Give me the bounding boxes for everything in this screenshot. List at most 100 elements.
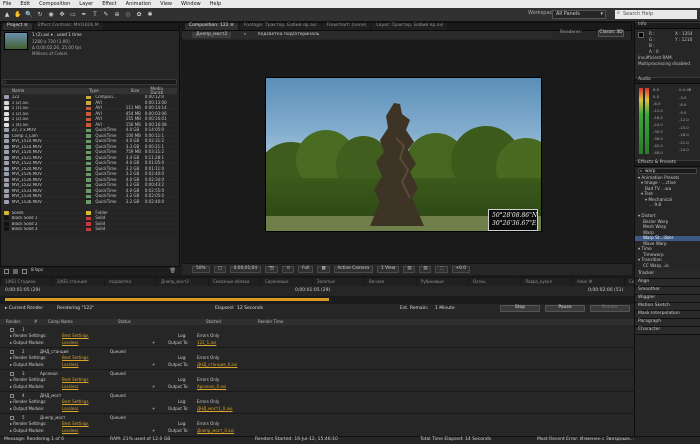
tab-7[interactable]: Вечная	[365, 278, 416, 286]
render-settings-link[interactable]: Best Settings	[62, 422, 89, 426]
viewer-control-5[interactable]: Full	[298, 266, 314, 273]
info-panel-header[interactable]: Info	[635, 22, 700, 29]
clone-tool-icon[interactable]: ⊕	[113, 11, 121, 19]
tab-1[interactable]: Footage: Трактор, Бабий яр.avi	[239, 23, 321, 30]
roto-tool-icon[interactable]: ✿	[135, 11, 143, 19]
col-0[interactable]: Render	[6, 320, 34, 324]
bpc-toggle[interactable]: 8 bpc	[31, 268, 43, 274]
zoom-tool-icon[interactable]: 🔍	[25, 11, 33, 19]
table-row[interactable]: 2 ДНД_станция Queued ▸ Render Settings: Best…	[0, 348, 634, 370]
viewer-control-2[interactable]: 0;00;01;04	[229, 266, 262, 273]
viewer-control-10[interactable]: ▤	[419, 266, 432, 273]
rect-tool-icon[interactable]: ▭	[69, 11, 77, 19]
menu-layer[interactable]: Layer	[78, 1, 94, 7]
render-settings-link[interactable]: Best Settings	[62, 334, 89, 338]
tab-8[interactable]: Рубиновые	[417, 278, 468, 286]
col-size[interactable]: Size	[131, 88, 151, 93]
log-select[interactable]: Errors Only	[197, 378, 219, 382]
render-settings-link[interactable]: Best Settings	[62, 400, 89, 404]
puppet-tool-icon[interactable]: ✱	[146, 11, 154, 19]
tab-0[interactable]: Project ≡	[3, 23, 32, 30]
render-checkbox[interactable]	[10, 372, 14, 376]
add-output-icon[interactable]: +	[152, 341, 155, 345]
tab-0[interactable]: Composition: 122 ≡	[185, 23, 238, 30]
table-row[interactable]: 1 ▸ Render Settings: Best Settings Log: Erro…	[0, 326, 634, 348]
eraser-tool-icon[interactable]: ◇	[124, 11, 132, 19]
viewer-control-0[interactable]: 50%	[192, 266, 210, 273]
log-select[interactable]: Errors Only	[197, 356, 219, 360]
effects-presets-header[interactable]: Effects & Presets	[635, 160, 700, 167]
output-module-link[interactable]: Lossless	[62, 407, 79, 411]
table-row[interactable]: 5 Днепр_мост Queued ▸ Render Settings: Best …	[0, 414, 634, 434]
search-help-input[interactable]: ⌕ Search Help	[615, 10, 697, 19]
tab-4[interactable]: Сквозные облака	[209, 278, 260, 286]
viewer-control-8[interactable]: 1 View	[377, 266, 400, 273]
render-checkbox[interactable]	[10, 394, 14, 398]
output-file-link[interactable]: Арсенал_0.avi	[197, 385, 226, 389]
brush-tool-icon[interactable]: ✎	[102, 11, 110, 19]
renderer-select[interactable]: Classic 3D	[598, 30, 624, 37]
tab-5[interactable]: Сиреневые	[261, 278, 312, 286]
add-output-icon[interactable]: +	[152, 429, 155, 433]
panel-mask-interpolation[interactable]: Mask Interpolation	[635, 311, 700, 319]
log-select[interactable]: Errors Only	[197, 334, 219, 338]
render-settings-link[interactable]: Best Settings	[62, 378, 89, 382]
camera-tool-icon[interactable]: ◉	[47, 11, 55, 19]
output-file-link[interactable]: ДНД_мост1_0.avi	[197, 407, 233, 411]
col-type[interactable]: Type	[89, 88, 131, 93]
tab-3[interactable]: Layer: Трактор, Бабий яр.avi	[372, 23, 448, 30]
panel-tracker[interactable]: Tracker	[635, 271, 700, 279]
breadcrumb-item-2[interactable]: подсветка под/атериналь	[258, 32, 320, 38]
tab-11[interactable]: Алик Ф	[573, 278, 624, 286]
tab-1[interactable]: Effect Controls: MVI1626.M	[33, 23, 103, 30]
pen-tool-icon[interactable]: ✒	[80, 11, 88, 19]
tab-2[interactable]: подсветка	[105, 278, 156, 286]
panel-align[interactable]: Align	[635, 279, 700, 287]
viewer-control-7[interactable]: Active Camera	[333, 266, 374, 273]
viewer-control-11[interactable]: ⬚	[435, 266, 448, 273]
menu-effect[interactable]: Effect	[101, 1, 117, 7]
col-1[interactable]: #	[34, 320, 48, 324]
panel-motion-sketch[interactable]: Motion Sketch	[635, 303, 700, 311]
col-name[interactable]: Name	[2, 88, 89, 93]
tab-3[interactable]: Днепр_мост2	[157, 278, 208, 286]
breadcrumb-item-1[interactable]: Днепр_мост2	[192, 31, 232, 39]
viewer-control-4[interactable]: ⊙	[282, 266, 295, 273]
select-tool-icon[interactable]: ▲	[3, 11, 11, 19]
menu-help[interactable]: Help	[209, 1, 222, 7]
tab-9[interactable]: Осень	[469, 278, 520, 286]
workspace-select[interactable]: All Panels ▾	[552, 10, 606, 19]
viewer-control-6[interactable]: ▦	[317, 266, 330, 273]
viewer-control-12[interactable]: +0.0	[451, 266, 470, 273]
panel-paragraph[interactable]: Paragraph	[635, 319, 700, 327]
project-search-input[interactable]: ⌕	[2, 79, 177, 85]
menu-window[interactable]: Window	[180, 1, 202, 7]
col-5[interactable]: Render Time	[258, 320, 318, 324]
interpret-footage-icon[interactable]	[4, 268, 9, 274]
effects-item[interactable]: CC Warp...io	[635, 263, 700, 269]
viewer-control-9[interactable]: ▤	[403, 266, 416, 273]
output-file-link[interactable]: 122_1.avi	[197, 341, 216, 345]
log-select[interactable]: Errors Only	[197, 422, 219, 426]
menu-file[interactable]: File	[2, 1, 12, 7]
add-output-icon[interactable]: +	[152, 363, 155, 367]
table-row[interactable]: 3 Арсенал Queued ▸ Render Settings: Best Set…	[0, 370, 634, 392]
render-checkbox[interactable]	[10, 416, 14, 420]
viewer-control-1[interactable]: □	[213, 266, 226, 273]
tab-10[interactable]: Лавра_кукол	[521, 278, 572, 286]
menu-animation[interactable]: Animation	[125, 1, 153, 7]
render-checkbox[interactable]	[10, 350, 14, 354]
render-settings-link[interactable]: Best Settings	[62, 356, 89, 360]
col-media-duration[interactable]: Media Durati	[150, 86, 177, 95]
viewer-control-3[interactable]: 📷	[265, 266, 279, 273]
menu-composition[interactable]: Composition	[38, 1, 71, 7]
output-module-link[interactable]: Lossless	[62, 341, 79, 345]
output-file-link[interactable]: ДНД_станция_0.avi	[197, 363, 237, 367]
audio-panel-header[interactable]: Audio	[635, 77, 700, 84]
output-module-link[interactable]: Lossless	[62, 385, 79, 389]
add-output-icon[interactable]: +	[152, 385, 155, 389]
menu-view[interactable]: View	[159, 1, 173, 7]
new-composition-icon[interactable]	[22, 268, 27, 274]
output-file-link[interactable]: Днепр_мост_0.avi	[197, 429, 234, 433]
list-item[interactable]: Black Solid 3 Solid	[2, 227, 177, 233]
